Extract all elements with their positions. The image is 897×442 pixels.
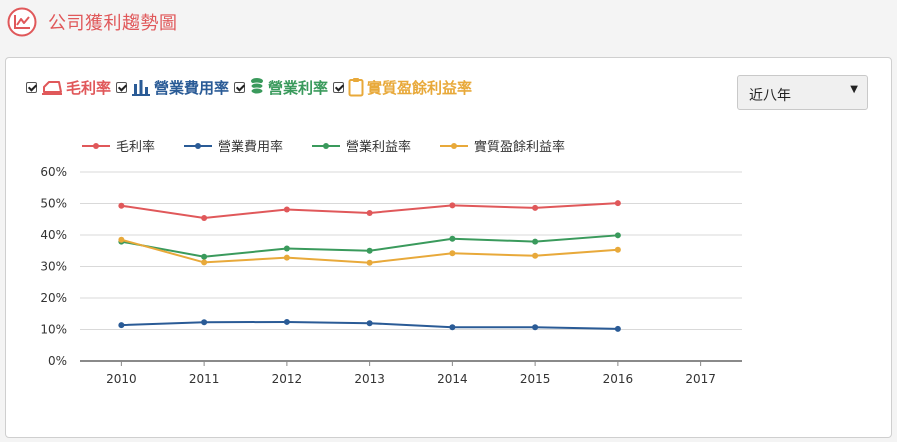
data-point bbox=[366, 320, 373, 327]
legend-label: 營業利益率 bbox=[346, 139, 411, 155]
data-point bbox=[614, 232, 621, 239]
data-point bbox=[201, 259, 208, 266]
data-point bbox=[449, 324, 456, 331]
line-chart: 0% 10% 20% 30% 40% 50% 60% 2010 2011 2012 2013 2014… bbox=[40, 139, 742, 386]
legend-swatch-dot bbox=[451, 143, 457, 149]
y-tick-label: 0% bbox=[48, 354, 67, 368]
x-tick-label: 2017 bbox=[685, 372, 716, 386]
legend-label: 實質盈餘利益率 bbox=[474, 139, 565, 155]
legend-swatch-dot bbox=[323, 143, 329, 149]
data-point bbox=[366, 247, 373, 254]
data-point bbox=[118, 322, 125, 329]
data-point bbox=[283, 245, 290, 252]
x-tick-label: 2013 bbox=[354, 372, 385, 386]
y-tick-label: 60% bbox=[40, 165, 67, 179]
legend-label: 營業費用率 bbox=[218, 139, 283, 155]
data-point bbox=[532, 204, 539, 211]
data-point bbox=[283, 318, 290, 325]
x-tick-label: 2011 bbox=[189, 372, 220, 386]
data-point bbox=[449, 235, 456, 242]
x-tick-label: 2016 bbox=[603, 372, 634, 386]
y-tick-label: 50% bbox=[40, 197, 67, 211]
data-point bbox=[366, 259, 373, 266]
legend-swatch-dot bbox=[93, 143, 99, 149]
x-tick-label: 2015 bbox=[520, 372, 551, 386]
y-tick-label: 30% bbox=[40, 260, 67, 274]
data-point bbox=[366, 209, 373, 216]
data-point bbox=[614, 200, 621, 207]
data-point bbox=[201, 319, 208, 326]
y-tick-label: 40% bbox=[40, 228, 67, 242]
data-point bbox=[532, 238, 539, 245]
data-point bbox=[283, 206, 290, 213]
x-tick-label: 2014 bbox=[437, 372, 468, 386]
data-point bbox=[449, 202, 456, 209]
data-point bbox=[118, 202, 125, 209]
data-point bbox=[283, 254, 290, 261]
x-tick-label: 2010 bbox=[106, 372, 137, 386]
data-point bbox=[118, 236, 125, 243]
data-point bbox=[614, 325, 621, 332]
y-tick-label: 20% bbox=[40, 291, 67, 305]
y-tick-label: 10% bbox=[40, 323, 67, 337]
legend-label: 毛利率 bbox=[116, 139, 155, 155]
legend-swatch-dot bbox=[195, 143, 201, 149]
data-point bbox=[532, 252, 539, 259]
data-point bbox=[614, 246, 621, 253]
data-point bbox=[532, 324, 539, 331]
x-tick-label: 2012 bbox=[272, 372, 303, 386]
data-point bbox=[201, 214, 208, 221]
data-point bbox=[201, 253, 208, 260]
data-point bbox=[449, 250, 456, 257]
